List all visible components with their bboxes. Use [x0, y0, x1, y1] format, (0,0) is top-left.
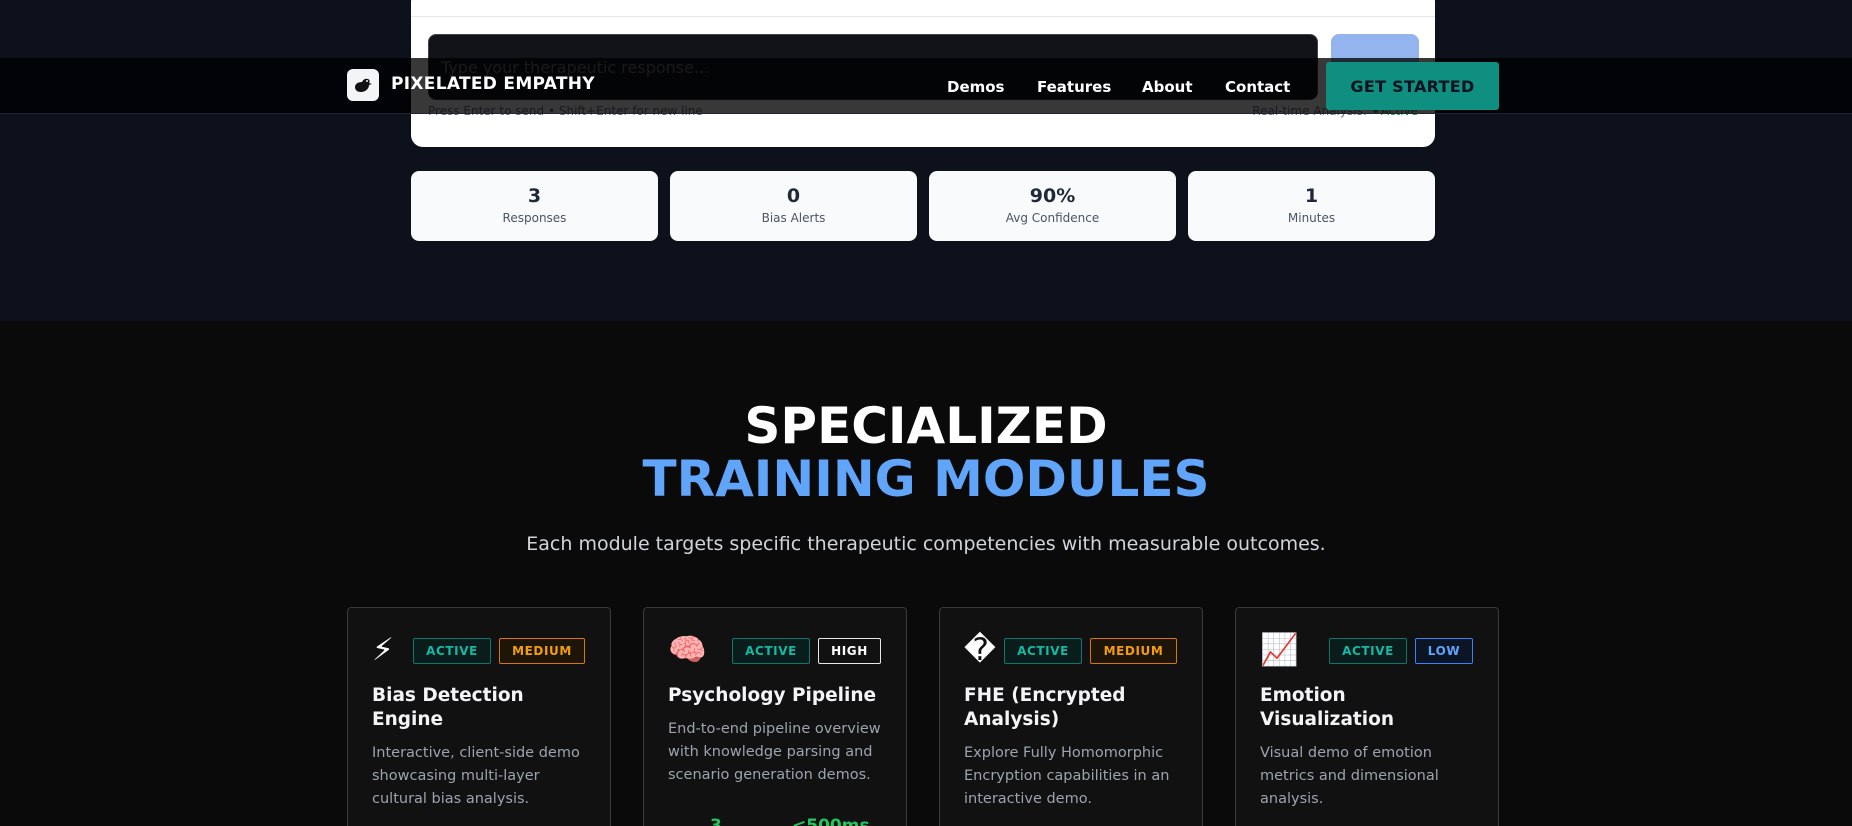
status-badge: ACTIVE — [732, 638, 810, 664]
module-description: Interactive, client-side demo showcasing… — [372, 745, 580, 807]
stat-label: Responses — [502, 211, 567, 225]
section-subtitle: Each module targets specific therapeutic… — [526, 533, 1326, 555]
difficulty-badge: HIGH — [818, 638, 881, 664]
session-stats: 3 Responses 0 Bias Alerts 90% Avg Confid… — [411, 171, 1435, 241]
module-metric: <500ms — [792, 816, 870, 826]
module-card-bias-detection[interactable]: ⚡ ACTIVE MEDIUM Bias Detection Engine In… — [347, 607, 611, 826]
module-title: Emotion Visualization — [1260, 685, 1394, 730]
status-badge: ACTIVE — [1329, 638, 1407, 664]
section-heading-accent: TRAINING MODULES — [642, 450, 1210, 508]
module-title: Bias Detection Engine — [372, 685, 524, 730]
stat-label: Avg Confidence — [1005, 211, 1100, 225]
navbar: PIXELATED EMPATHY Demos Features About C… — [0, 58, 1852, 114]
module-description: End-to-end pipeline overview with knowle… — [668, 721, 881, 783]
stat-value: 3 — [527, 185, 542, 207]
get-started-button[interactable]: GET STARTED — [1326, 62, 1499, 110]
module-metric: 3 — [710, 816, 722, 826]
difficulty-badge: LOW — [1415, 638, 1473, 664]
stat-value: 0 — [786, 185, 801, 207]
status-badge: ACTIVE — [413, 638, 491, 664]
nav-link-about[interactable]: About — [1142, 78, 1193, 96]
stat-card-bias-alerts: 0 Bias Alerts — [670, 171, 917, 241]
demo-section: Press Enter to send • Shift+Enter for ne… — [0, 0, 1852, 321]
training-modules-section: SPECIALIZED TRAINING MODULES Each module… — [0, 321, 1852, 826]
module-card-psychology-pipeline[interactable]: 🧠 ACTIVE HIGH Psychology Pipeline End-to… — [643, 607, 907, 826]
stat-card-minutes: 1 Minutes — [1188, 171, 1435, 241]
module-description: Explore Fully Homomorphic Encryption cap… — [964, 745, 1170, 807]
duck-icon — [355, 78, 372, 92]
stat-value: 90% — [1029, 185, 1076, 207]
section-heading: SPECIALIZED — [744, 397, 1108, 455]
nav-link-contact[interactable]: Contact — [1225, 78, 1290, 96]
brand-name[interactable]: PIXELATED EMPATHY — [391, 74, 595, 94]
status-badge: ACTIVE — [1004, 638, 1082, 664]
stat-card-responses: 3 Responses — [411, 171, 658, 241]
unknown-glyph-icon: � — [964, 632, 996, 668]
stat-label: Bias Alerts — [761, 211, 826, 225]
module-description: Visual demo of emotion metrics and dimen… — [1260, 745, 1439, 807]
difficulty-badge: MEDIUM — [1090, 638, 1177, 664]
module-card-emotion-visualization[interactable]: 📈 ACTIVE LOW Emotion Visualization Visua… — [1235, 607, 1499, 826]
nav-link-features[interactable]: Features — [1037, 78, 1111, 96]
module-card-fhe[interactable]: � ACTIVE MEDIUM FHE (Encrypted Analysis)… — [939, 607, 1203, 826]
stat-label: Minutes — [1287, 211, 1336, 225]
brain-icon: 🧠 — [668, 632, 707, 668]
stat-value: 1 — [1304, 185, 1319, 207]
divider — [411, 16, 1435, 17]
nav-link-demos[interactable]: Demos — [947, 78, 1005, 96]
module-title: FHE (Encrypted Analysis) — [964, 685, 1126, 730]
stat-card-avg-confidence: 90% Avg Confidence — [929, 171, 1176, 241]
duck-logo-icon[interactable] — [347, 69, 379, 101]
lightning-icon: ⚡ — [372, 632, 394, 668]
difficulty-badge: MEDIUM — [499, 638, 585, 664]
module-title: Psychology Pipeline — [668, 685, 877, 706]
chart-increasing-icon: 📈 — [1260, 632, 1299, 668]
